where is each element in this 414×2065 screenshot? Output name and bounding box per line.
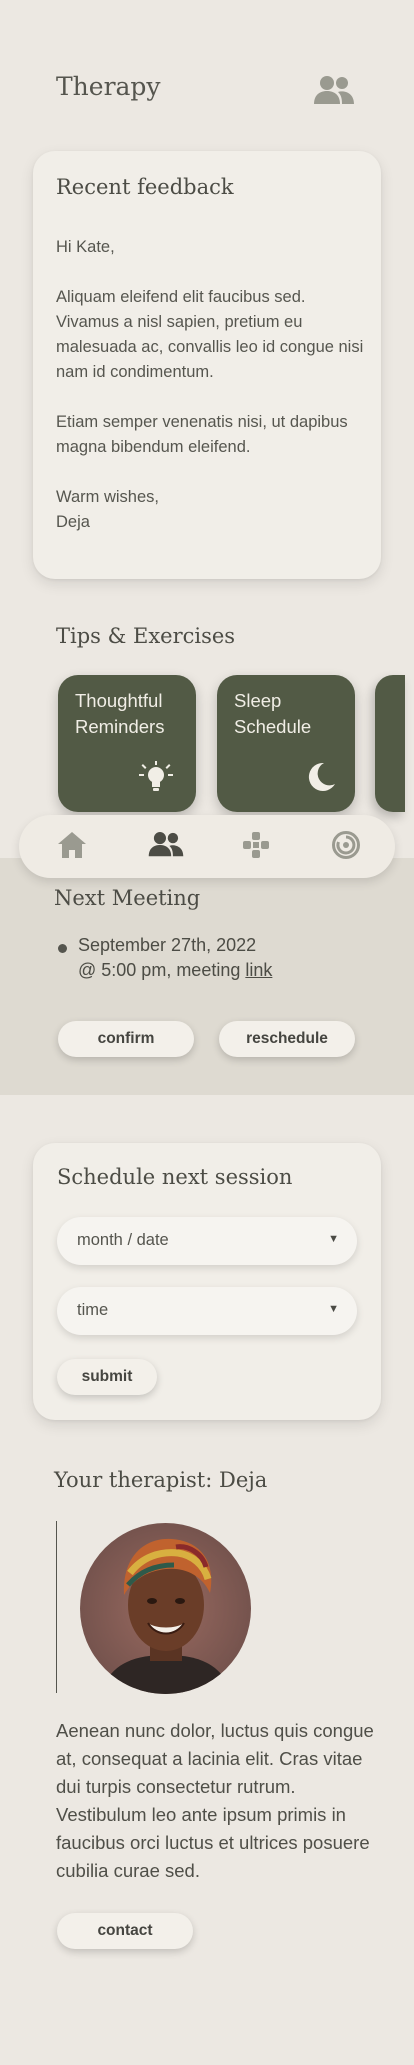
page-title: Therapy [56, 72, 161, 101]
feedback-signoff: Warm wishes, [56, 488, 159, 506]
therapist-photo [80, 1523, 251, 1694]
schedule-title: Schedule next session [57, 1165, 293, 1189]
feedback-title: Recent feedback [56, 175, 234, 199]
meeting-details: September 27th, 2022 @ 5:00 pm, meeting … [78, 933, 378, 983]
feedback-card: Recent feedback Hi Kate, Aliquam eleifen… [33, 151, 381, 579]
feedback-paragraph-1: Aliquam eleifend elit faucibus sed. Viva… [56, 288, 364, 381]
meeting-title: Next Meeting [54, 886, 201, 910]
confirm-button[interactable]: confirm [58, 1021, 194, 1057]
nav-meditation[interactable] [326, 827, 366, 867]
people-icon [147, 830, 185, 865]
time-select[interactable]: time ▼ [57, 1287, 357, 1335]
home-icon [56, 830, 88, 865]
schedule-card: Schedule next session month / date ▼ tim… [33, 1143, 381, 1420]
gamepad-icon [240, 829, 272, 866]
contact-button[interactable]: contact [57, 1913, 193, 1949]
tips-title: Tips & Exercises [56, 624, 236, 648]
people-icon[interactable] [312, 74, 356, 108]
feedback-signature: Deja [56, 513, 90, 531]
nav-home[interactable] [52, 827, 92, 867]
bottom-nav [19, 815, 395, 878]
caret-down-icon: ▼ [328, 1303, 339, 1315]
tip-card-sleep-schedule[interactable]: Sleep Schedule [217, 675, 355, 812]
lightbulb-icon [138, 760, 174, 803]
spiral-icon [330, 829, 362, 866]
reschedule-button[interactable]: reschedule [219, 1021, 355, 1057]
time-select-value: time [77, 1301, 109, 1319]
feedback-greeting: Hi Kate, [56, 238, 115, 256]
therapist-bio: Aenean nunc dolor, luctus quis congue at… [56, 1720, 374, 1881]
tip-card-partial[interactable] [375, 675, 405, 812]
meeting-date: September 27th, 2022 [78, 935, 257, 955]
divider [56, 1521, 57, 1693]
tip-label: Thoughtful Reminders [75, 690, 165, 737]
caret-down-icon: ▼ [328, 1233, 339, 1245]
feedback-paragraph-2: Etiam semper venenatis nisi, ut dapibus … [56, 413, 348, 456]
moon-icon [303, 760, 337, 801]
date-select-value: month / date [77, 1231, 169, 1249]
therapist-title: Your therapist: Deja [54, 1468, 268, 1492]
meeting-link[interactable]: link [245, 960, 272, 980]
meeting-time: @ 5:00 pm, meeting link [78, 958, 378, 983]
tip-card-thoughtful-reminders[interactable]: Thoughtful Reminders [58, 675, 196, 812]
bullet-dot [58, 944, 67, 953]
tip-label: Sleep Schedule [234, 690, 312, 737]
submit-button[interactable]: submit [57, 1359, 157, 1395]
nav-games[interactable] [236, 827, 276, 867]
date-select[interactable]: month / date ▼ [57, 1217, 357, 1265]
meeting-time-text: @ 5:00 pm, meeting [78, 960, 246, 980]
nav-therapy[interactable] [146, 827, 186, 867]
